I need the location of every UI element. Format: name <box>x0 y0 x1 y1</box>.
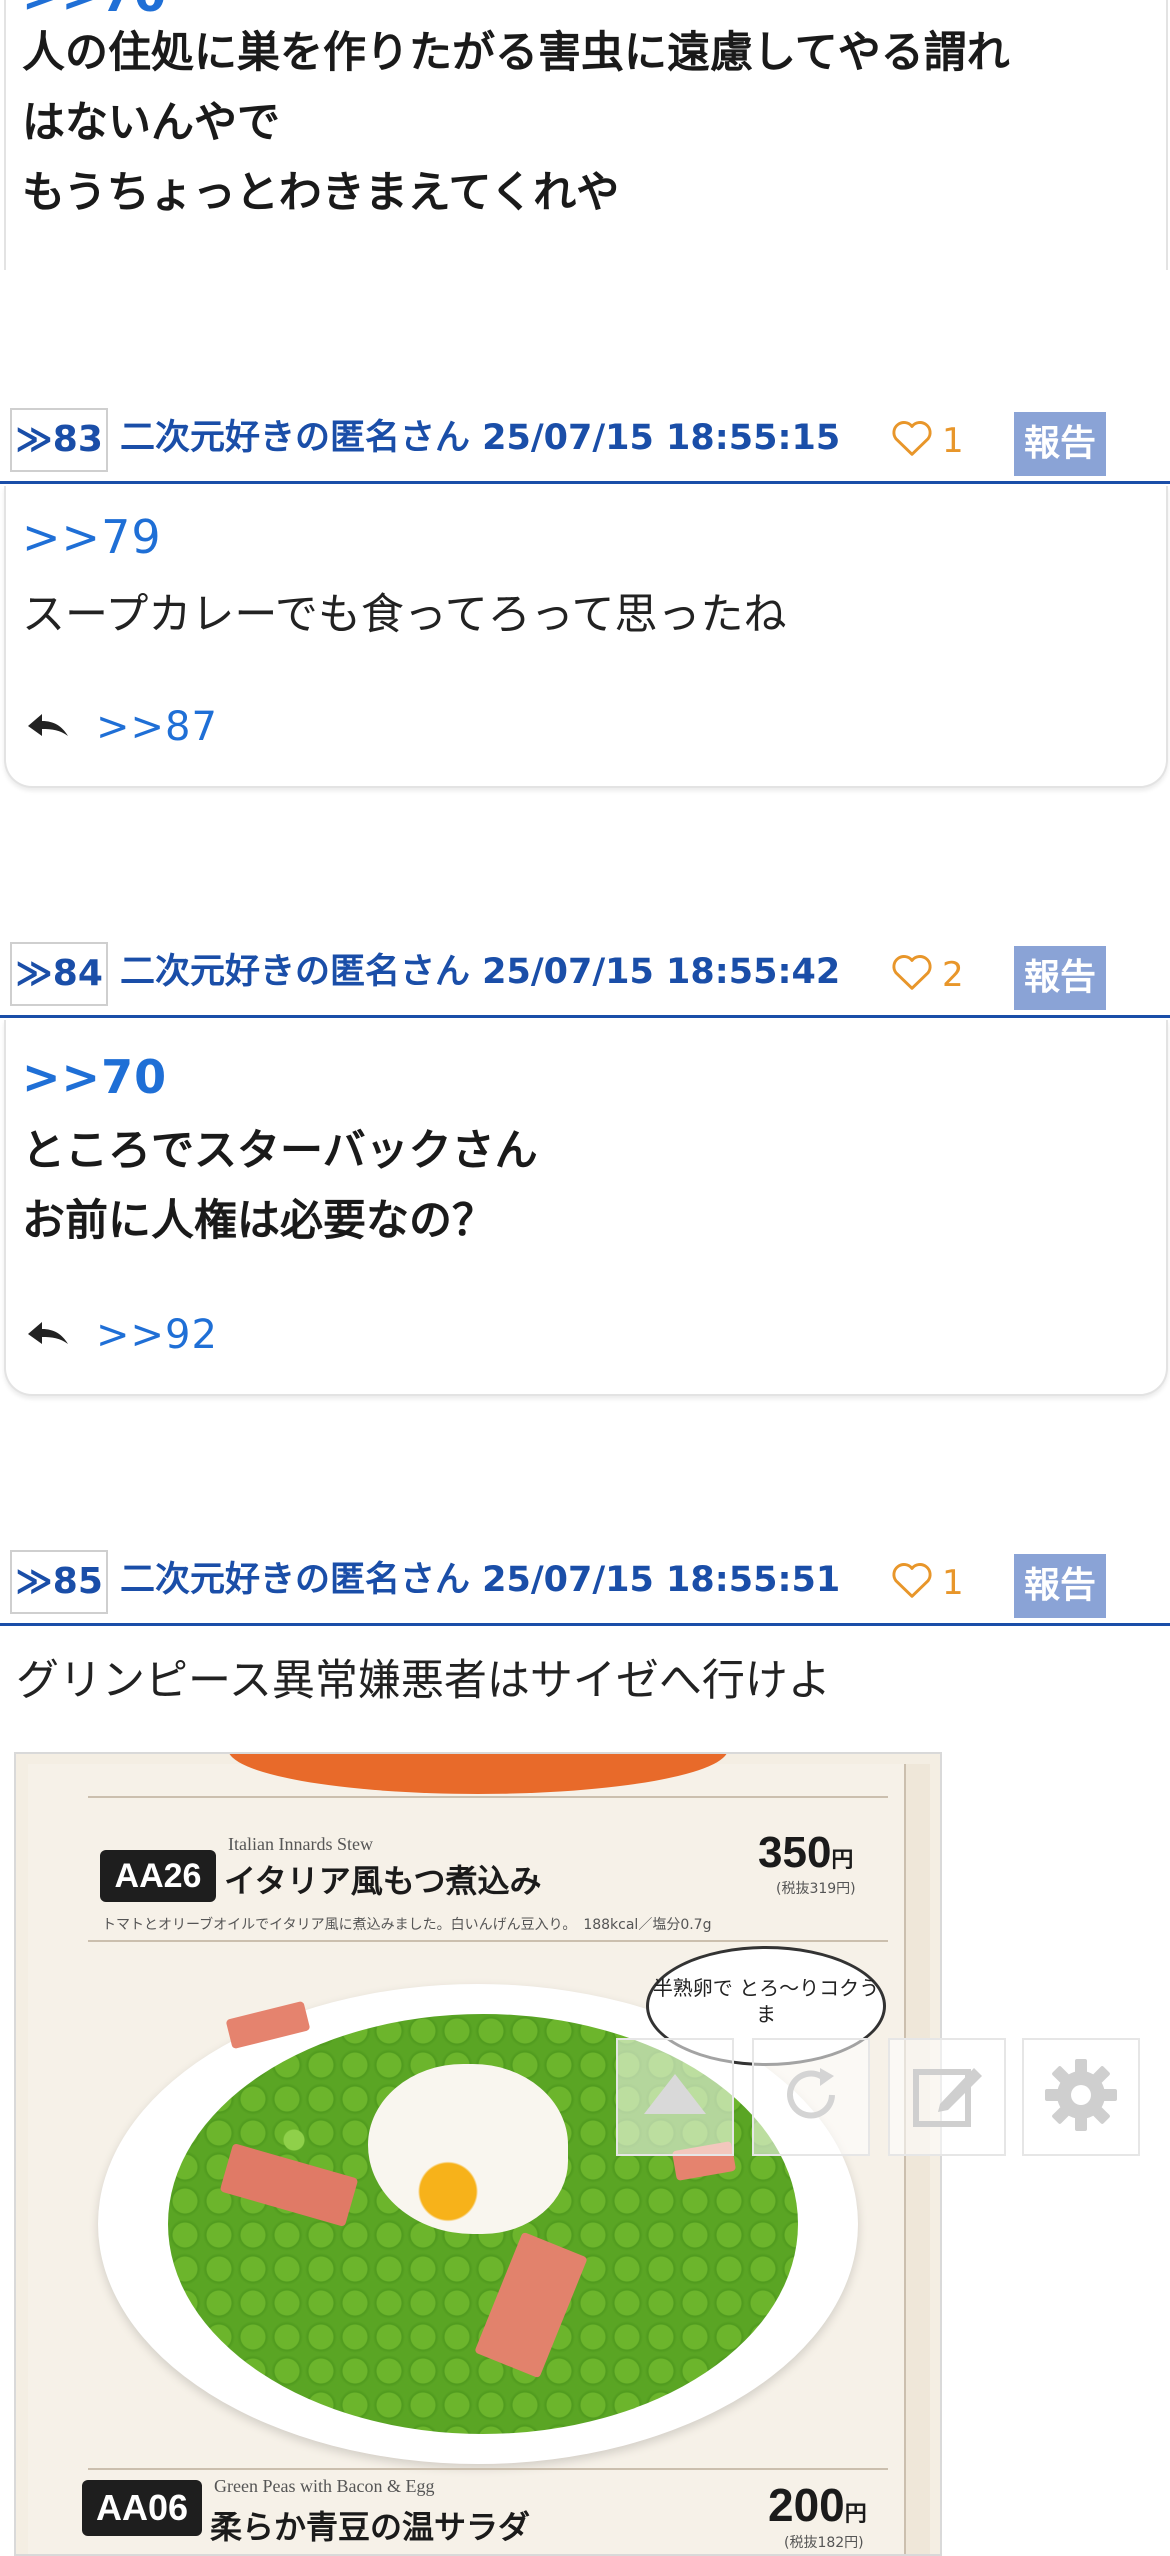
post-line: スープカレーでも食ってろって思ったね <box>22 590 787 640</box>
plate-edge-top <box>228 1754 728 1794</box>
item-tax-price: (税抜319円) <box>776 1881 856 1897</box>
res-number[interactable]: ≫85 <box>10 1550 108 1614</box>
refresh-button[interactable] <box>752 2038 870 2156</box>
refresh-icon <box>776 2060 846 2134</box>
report-button[interactable]: 報告 <box>1014 946 1106 1010</box>
item-name: イタリア風もつ煮込み <box>224 1862 542 1900</box>
menu-row-divider <box>88 1940 888 1942</box>
reply-list: >>87 <box>26 704 218 750</box>
header-divider <box>0 481 1170 484</box>
menu-row-divider <box>88 1796 888 1798</box>
reply-arrow-icon <box>26 708 72 746</box>
scroll-top-button[interactable] <box>616 2038 734 2156</box>
post-meta: 二次元好きの匿名さん 25/07/15 18:55:15 <box>120 418 841 458</box>
item-price: 350円 <box>758 1828 854 1877</box>
compose-button[interactable] <box>888 2038 1006 2156</box>
like-button[interactable]: 1 <box>890 1558 964 1608</box>
reply-list: >>92 <box>26 1312 218 1358</box>
like-button[interactable]: 1 <box>890 416 964 466</box>
post-line: グリンピース異常嫌悪者はサイゼへ行けよ <box>16 1656 831 1706</box>
header-divider <box>0 1015 1170 1018</box>
post-header-83: ≫83 二次元好きの匿名さん 25/07/15 18:55:15 1 報告 <box>0 394 1170 484</box>
pencil-icon <box>910 2058 984 2136</box>
post-header-85: ≫85 二次元好きの匿名さん 25/07/15 18:55:51 1 報告 <box>0 1536 1170 1626</box>
post-line: お前に人権は必要なの？ <box>22 1196 495 1246</box>
settings-button[interactable] <box>1022 2038 1140 2156</box>
quote-link[interactable]: >>79 <box>22 510 162 564</box>
post-line: 人の住処に巣を作りたがる害虫に遠慮してやる謂れ <box>22 28 1010 78</box>
quote-link[interactable]: >>70 <box>22 1050 167 1104</box>
item-code: AA26 <box>100 1850 216 1902</box>
header-divider <box>0 1623 1170 1626</box>
post-card-82: >>70 人の住処に巣を作りたがる害虫に遠慮してやる謂れ はないんやで もうちょ… <box>4 0 1168 270</box>
triangle-up-icon <box>640 2070 710 2124</box>
heart-icon <box>890 951 934 1000</box>
res-number[interactable]: ≫84 <box>10 942 108 1006</box>
post-meta: 二次元好きの匿名さん 25/07/15 18:55:42 <box>120 952 841 992</box>
report-button[interactable]: 報告 <box>1014 1554 1106 1618</box>
reply-link[interactable]: >>92 <box>96 1312 218 1358</box>
gear-icon <box>1043 2057 1119 2137</box>
item-english-name: Green Peas with Bacon & Egg <box>214 2476 435 2496</box>
like-count: 1 <box>942 1563 964 1603</box>
menu-row-divider <box>88 2468 888 2470</box>
like-button[interactable]: 2 <box>890 950 964 1000</box>
reply-link[interactable]: >>87 <box>96 704 218 750</box>
like-count: 1 <box>942 421 964 461</box>
item-tax-price: (税抜182円) <box>784 2535 864 2551</box>
heart-icon <box>890 1559 934 1608</box>
post-header-84: ≫84 二次元好きの匿名さん 25/07/15 18:55:42 2 報告 <box>0 928 1170 1018</box>
report-button[interactable]: 報告 <box>1014 412 1106 476</box>
item-price: 200円 <box>768 2479 867 2531</box>
post-card-84: >>70 ところでスターバックさん お前に人権は必要なの？ >>92 <box>4 1020 1168 1396</box>
post-line: はないんやで <box>22 98 280 148</box>
item-code: AA06 <box>82 2480 202 2536</box>
res-number[interactable]: ≫83 <box>10 408 108 472</box>
item-english-name: Italian Innards Stew <box>228 1834 373 1854</box>
reply-arrow-icon <box>26 1316 72 1354</box>
item-description: トマトとオリーブオイルでイタリア風に煮込みました。白いんげん豆入り。 188kc… <box>102 1917 712 1933</box>
menu-photo: AA26 Italian Innards Stew イタリア風もつ煮込み 350… <box>28 1754 930 2554</box>
item-name: 柔らか青豆の温サラダ <box>210 2508 531 2546</box>
post-line: もうちょっとわきまえてくれや <box>22 168 620 218</box>
next-column-edge <box>904 1764 930 2554</box>
post-meta: 二次元好きの匿名さん 25/07/15 18:55:51 <box>120 1560 841 1600</box>
heart-icon <box>890 417 934 466</box>
like-count: 2 <box>942 955 964 995</box>
post-card-83: >>79 スープカレーでも食ってろって思ったね >>87 <box>4 486 1168 788</box>
post-line: ところでスターバックさん <box>22 1126 538 1176</box>
